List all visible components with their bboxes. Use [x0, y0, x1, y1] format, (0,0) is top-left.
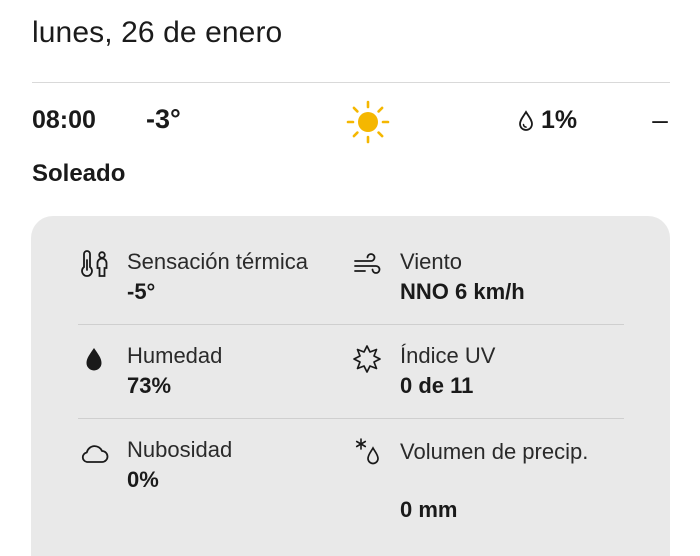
row-divider	[78, 418, 624, 419]
cloudiness-cell: Nubosidad 0%	[78, 437, 348, 497]
precip-volume-cell: Volumen de precip. 0 mm	[351, 437, 631, 532]
wind-cell: Viento NNO 6 km/h	[351, 249, 631, 309]
feels-like-value: -5°	[127, 279, 156, 304]
wind-icon	[354, 253, 381, 274]
hour-temperature: -3°	[146, 104, 181, 134]
uv-cell: Índice UV 0 de 11	[351, 343, 631, 403]
uv-label: Índice UV	[400, 343, 496, 368]
precip-probability: 1%	[541, 106, 578, 134]
uv-sun-icon	[353, 345, 381, 373]
header-divider	[32, 82, 670, 83]
wind-label: Viento	[400, 249, 462, 274]
sun-icon	[346, 100, 390, 144]
thermometer-person-icon	[81, 250, 108, 277]
humidity-cell: Humedad 73%	[78, 343, 348, 403]
cloudiness-value: 0%	[127, 467, 159, 492]
precip-volume-value: 0 mm	[400, 497, 458, 522]
humidity-value: 73%	[127, 373, 172, 398]
row-divider	[78, 324, 624, 325]
humidity-drop-icon	[86, 348, 102, 371]
cloudiness-label: Nubosidad	[127, 437, 233, 462]
collapse-button[interactable]: –	[645, 102, 675, 138]
details-card: Sensación térmica -5° Viento NNO 6 km/h …	[31, 216, 670, 556]
precip-volume-icon	[355, 438, 379, 465]
precip-volume-label: Volumen de precip.	[400, 439, 589, 464]
wind-value: NNO 6 km/h	[400, 279, 525, 304]
precipitation-drop-icon	[519, 110, 533, 131]
humidity-label: Humedad	[127, 343, 223, 368]
feels-like-cell: Sensación térmica -5°	[78, 249, 348, 309]
hourly-forecast-row[interactable]: 08:00 -3° 1% –	[0, 100, 700, 144]
feels-like-label: Sensación térmica	[127, 249, 308, 274]
cloud-icon	[81, 445, 109, 463]
uv-value: 0 de 11	[400, 373, 474, 398]
page-title: lunes, 26 de enero	[32, 16, 283, 49]
weather-condition: Soleado	[32, 160, 126, 187]
hour-time: 08:00	[32, 106, 96, 134]
